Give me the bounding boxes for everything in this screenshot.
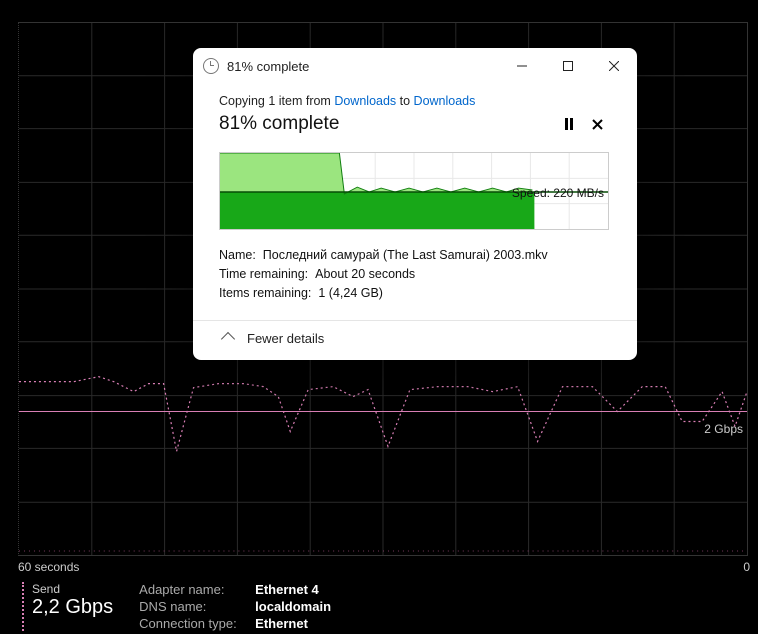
fewer-details-button[interactable]: Fewer details [219, 321, 611, 360]
from-link[interactable]: Downloads [334, 94, 396, 108]
to-word: to [396, 94, 413, 108]
items-value: 1 (4,24 GB) [318, 286, 383, 300]
close-icon [609, 61, 619, 71]
name-label: Name: [219, 248, 256, 262]
clock-icon [203, 58, 219, 74]
chevron-up-icon [221, 332, 235, 346]
maximize-icon [563, 61, 573, 71]
close-button[interactable] [591, 48, 637, 84]
maximize-button[interactable] [545, 48, 591, 84]
copying-line: Copying 1 item from Downloads to Downloa… [219, 94, 611, 108]
titlebar[interactable]: 81% complete [193, 48, 637, 84]
network-x-right: 0 [743, 560, 750, 574]
network-x-left: 60 seconds [18, 560, 79, 574]
adapter-name-label: Adapter name: [139, 582, 249, 597]
pause-button[interactable] [555, 110, 583, 138]
dns-name-value: localdomain [255, 599, 331, 614]
name-value: Последний самурай (The Last Samurai) 200… [263, 248, 548, 262]
conn-type-value: Ethernet [255, 616, 331, 631]
minimize-icon [517, 61, 527, 71]
to-link[interactable]: Downloads [414, 94, 476, 108]
network-y-label: 2 Gbps [704, 422, 743, 436]
details-block: Name: Последний самурай (The Last Samura… [219, 246, 611, 302]
copy-dialog: 81% complete Copying 1 item from Downloa… [193, 48, 637, 360]
speed-label: Speed: 220 MB/s [512, 186, 604, 200]
send-stat: Send 2,2 Gbps [22, 582, 113, 631]
items-label: Items remaining: [219, 286, 311, 300]
conn-type-label: Connection type: [139, 616, 249, 631]
fewer-details-label: Fewer details [247, 331, 324, 346]
cancel-button[interactable] [583, 110, 611, 138]
minimize-button[interactable] [499, 48, 545, 84]
adapter-info: Adapter name: Ethernet 4 DNS name: local… [139, 582, 331, 631]
window-title: 81% complete [227, 59, 309, 74]
copying-prefix: Copying 1 item from [219, 94, 334, 108]
time-label: Time remaining: [219, 267, 308, 281]
speed-value: 220 MB/s [553, 186, 604, 200]
progress-label: 81% complete [219, 113, 555, 135]
send-label: Send [32, 582, 113, 596]
send-value: 2,2 Gbps [32, 596, 113, 619]
dns-name-label: DNS name: [139, 599, 249, 614]
adapter-name-value: Ethernet 4 [255, 582, 331, 597]
pause-icon [564, 118, 574, 130]
speed-chart: Speed: 220 MB/s [219, 152, 609, 230]
network-stats: Send 2,2 Gbps Adapter name: Ethernet 4 D… [22, 582, 331, 631]
speed-label-prefix: Speed: [512, 186, 553, 200]
cancel-icon [592, 119, 603, 130]
time-value: About 20 seconds [315, 267, 415, 281]
